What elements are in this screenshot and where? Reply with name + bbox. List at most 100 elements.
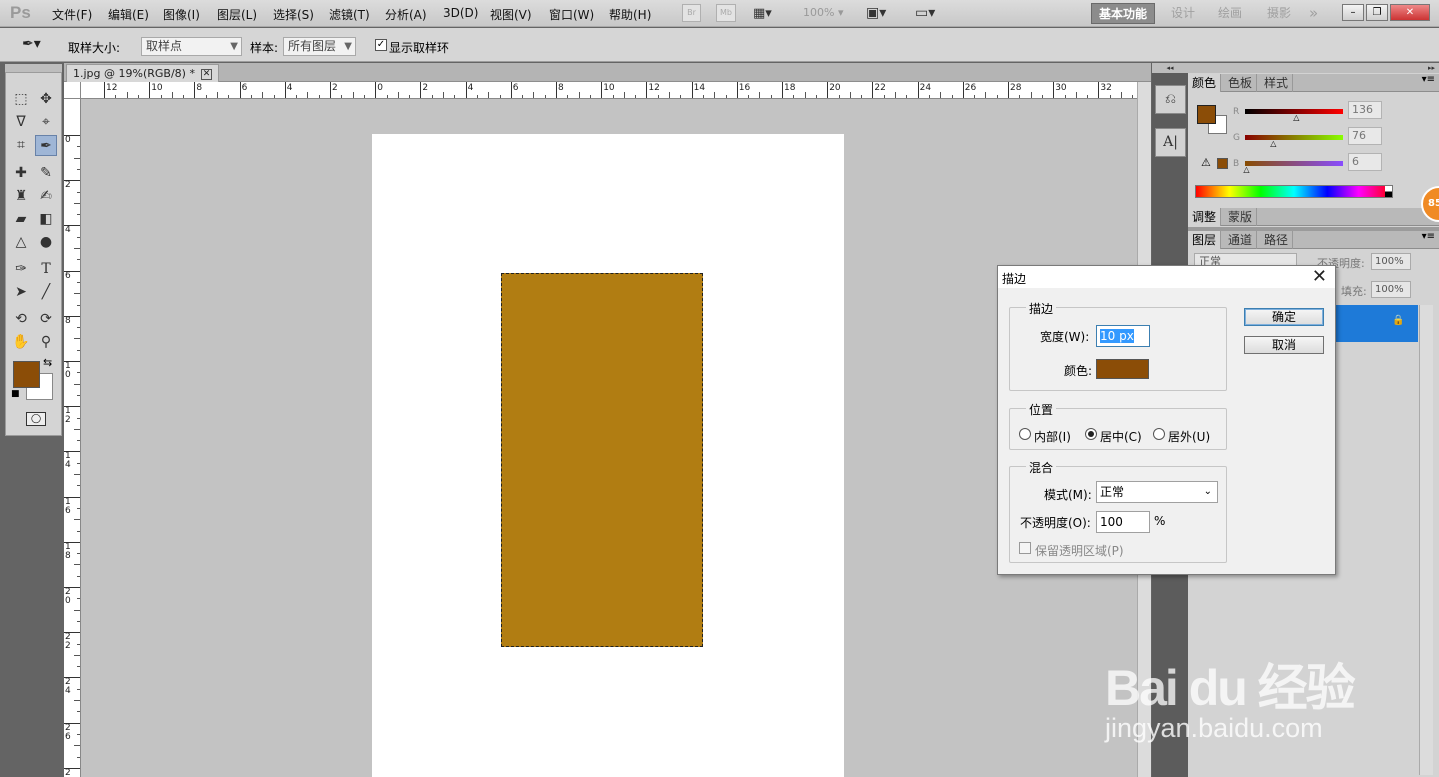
layer-opacity-input[interactable]: 100% (1371, 253, 1411, 270)
show-ring-checkbox[interactable]: ✓ (375, 39, 387, 51)
eraser-tool-icon[interactable]: ▰ (10, 209, 32, 230)
mini-bridge-button[interactable]: Mb (716, 4, 736, 22)
quick-mask-icon[interactable]: ◯ (26, 412, 46, 426)
lasso-tool-icon[interactable]: ᐁ (10, 112, 32, 133)
history-panel-icon[interactable]: ⎌ (1155, 85, 1186, 114)
menu-edit[interactable]: 编辑(E) (108, 6, 149, 23)
quick-select-tool-icon[interactable]: ⌖ (35, 112, 57, 133)
type-tool-icon[interactable]: T (35, 259, 57, 280)
default-colors-icon[interactable]: ■ (11, 389, 20, 399)
marquee-tool-icon[interactable]: ⬚ (10, 89, 32, 110)
workspace-photography[interactable]: 摄影 (1260, 3, 1298, 24)
3d-orbit-tool-icon[interactable]: ⟳ (35, 309, 57, 330)
swap-colors-icon[interactable]: ⇆ (43, 356, 52, 369)
hand-tool-icon[interactable]: ✋ (10, 332, 32, 353)
tab-paths[interactable]: 路径 (1260, 231, 1294, 249)
canvas-area[interactable] (81, 99, 1137, 777)
tab-adjustments[interactable]: 调整 (1188, 208, 1222, 226)
clone-stamp-tool-icon[interactable]: ♜ (10, 186, 32, 207)
workspace-design[interactable]: 设计 (1164, 3, 1202, 24)
tab-masks[interactable]: 蒙版 (1224, 208, 1258, 226)
slider-b[interactable] (1245, 161, 1343, 166)
close-window-icon[interactable]: ✕ (1390, 4, 1430, 21)
restore-icon[interactable]: ❐ (1366, 4, 1388, 21)
width-input[interactable]: 10 px (1096, 325, 1150, 347)
value-g[interactable]: 76 (1348, 127, 1382, 145)
out-of-gamut-warning-icon[interactable]: ⚠ (1201, 156, 1211, 169)
path-select-tool-icon[interactable]: ➤ (10, 282, 32, 303)
tab-layers[interactable]: 图层 (1188, 231, 1222, 249)
gamut-swatch[interactable] (1217, 158, 1228, 169)
close-icon[interactable]: ✕ (1312, 266, 1327, 288)
slider-g-thumb[interactable]: △ (1270, 139, 1276, 148)
layer-fill-input[interactable]: 100% (1371, 281, 1411, 298)
slider-r-thumb[interactable]: △ (1293, 113, 1299, 122)
dock-header[interactable]: ◂◂ (1152, 63, 1188, 73)
eyedropper-tool-icon[interactable]: ✒ (35, 135, 57, 156)
eyedropper-preset-icon[interactable]: ✒▾ (22, 36, 41, 52)
workspace-basic[interactable]: 基本功能 (1091, 3, 1156, 24)
menu-analysis[interactable]: 分析(A) (385, 6, 427, 23)
workspace-painting[interactable]: 绘画 (1211, 3, 1249, 24)
color-panel-fg-swatch[interactable] (1197, 105, 1216, 124)
opacity-input[interactable]: 100 (1096, 511, 1150, 533)
tab-color[interactable]: 颜色 (1188, 74, 1222, 92)
character-panel-icon[interactable]: A| (1155, 128, 1186, 157)
tab-channels[interactable]: 通道 (1224, 231, 1258, 249)
cancel-button[interactable]: 取消 (1244, 336, 1324, 354)
menu-layer[interactable]: 图层(L) (217, 6, 257, 23)
menu-image[interactable]: 图像(I) (163, 6, 200, 23)
menu-3d[interactable]: 3D(D) (443, 6, 478, 20)
layers-menu-icon[interactable]: ▾≡ (1422, 231, 1435, 242)
arrange-documents-icon[interactable]: ▣▾ (866, 5, 886, 21)
pen-tool-icon[interactable]: ✑ (10, 259, 32, 280)
blur-tool-icon[interactable]: △ (10, 232, 32, 253)
document-tab[interactable]: 1.jpg @ 19%(RGB/8) * ✕ (66, 64, 219, 82)
sample-size-select[interactable]: 取样点 ▼ (141, 37, 242, 56)
menu-select[interactable]: 选择(S) (273, 6, 314, 23)
tab-swatches[interactable]: 色板 (1224, 74, 1258, 92)
history-brush-tool-icon[interactable]: ✍ (35, 186, 57, 207)
healing-brush-tool-icon[interactable]: ✚ (10, 163, 32, 184)
radio-inside[interactable] (1019, 428, 1031, 440)
slider-g[interactable] (1245, 135, 1343, 140)
brush-tool-icon[interactable]: ✎ (35, 163, 57, 184)
panels-header[interactable]: ▸▸ (1188, 63, 1439, 73)
gradient-tool-icon[interactable]: ◧ (35, 209, 57, 230)
layer-row-selected[interactable] (1336, 305, 1418, 342)
menu-file[interactable]: 文件(F) (52, 6, 92, 23)
close-tab-icon[interactable]: ✕ (200, 68, 212, 80)
move-tool-icon[interactable]: ✥ (35, 89, 57, 110)
workspace-more-button[interactable]: » (1302, 3, 1325, 24)
preserve-transparency-checkbox[interactable] (1019, 542, 1031, 554)
view-extras-icon[interactable]: ▦▾ (753, 6, 772, 21)
sample-select[interactable]: 所有图层 ▼ (283, 37, 356, 56)
radio-outside[interactable] (1153, 428, 1165, 440)
foreground-color-swatch[interactable] (13, 361, 40, 388)
mode-select[interactable]: 正常 ⌄ (1096, 481, 1218, 503)
radio-center[interactable] (1085, 428, 1097, 440)
zoom-level[interactable]: 100% ▾ (803, 6, 843, 19)
bridge-button[interactable]: Br (682, 4, 701, 22)
ok-button[interactable]: 确定 (1244, 308, 1324, 326)
color-spectrum-bar[interactable] (1195, 185, 1393, 198)
panel-menu-icon[interactable]: ▾≡ (1422, 74, 1435, 85)
menu-window[interactable]: 窗口(W) (549, 6, 594, 23)
selection-rectangle[interactable] (501, 273, 703, 647)
line-tool-icon[interactable]: ╱ (35, 282, 57, 303)
menu-help[interactable]: 帮助(H) (609, 6, 651, 23)
crop-tool-icon[interactable]: ⌗ (10, 135, 32, 156)
tab-styles[interactable]: 样式 (1260, 74, 1294, 92)
screen-mode-icon[interactable]: ▭▾ (915, 5, 935, 21)
ruler-origin[interactable] (64, 82, 81, 99)
black-white-ramp[interactable] (1385, 186, 1392, 197)
dodge-tool-icon[interactable]: ● (35, 232, 57, 253)
menu-view[interactable]: 视图(V) (490, 6, 532, 23)
stroke-color-swatch[interactable] (1096, 359, 1149, 379)
value-b[interactable]: 6 (1348, 153, 1382, 171)
zoom-tool-icon[interactable]: ⚲ (35, 332, 57, 353)
menu-filter[interactable]: 滤镜(T) (329, 6, 370, 23)
minimize-icon[interactable]: – (1342, 4, 1364, 21)
layers-scrollbar[interactable] (1419, 305, 1433, 775)
3d-rotate-tool-icon[interactable]: ⟲ (10, 309, 32, 330)
